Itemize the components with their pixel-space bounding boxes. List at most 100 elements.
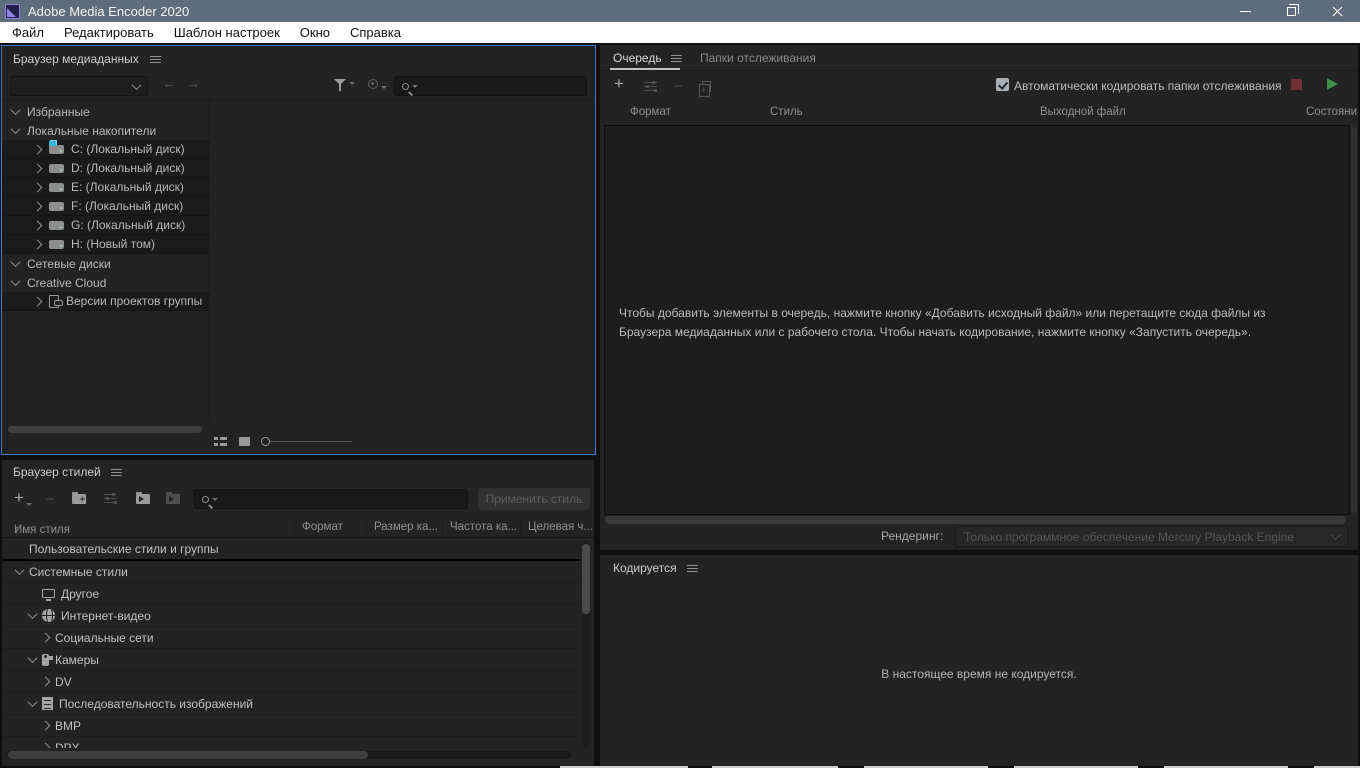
tree-chevron-icon[interactable] bbox=[40, 742, 51, 748]
preset-tree-item[interactable]: Камеры bbox=[2, 649, 580, 671]
media-tree-item[interactable]: Сетевые диски bbox=[2, 254, 209, 273]
media-tree-item[interactable]: D: (Локальный диск) bbox=[2, 159, 209, 178]
panel-menu-icon[interactable] bbox=[670, 54, 682, 62]
column-frame-rate[interactable]: Частота ка... bbox=[450, 521, 517, 533]
media-tree-item[interactable]: G: (Локальный диск) bbox=[2, 216, 209, 235]
panel-menu-icon[interactable] bbox=[110, 468, 122, 476]
tree-chevron-icon[interactable] bbox=[32, 182, 43, 192]
preset-settings-button[interactable] bbox=[104, 493, 117, 504]
tree-chevron-icon[interactable] bbox=[32, 144, 43, 154]
export-preset-button[interactable] bbox=[166, 491, 180, 504]
restore-button[interactable] bbox=[1268, 0, 1314, 22]
queue-list-area[interactable]: Чтобы добавить элементы в очередь, нажми… bbox=[604, 125, 1350, 515]
column-format[interactable]: Формат bbox=[630, 106, 671, 118]
tree-chevron-icon[interactable] bbox=[40, 632, 51, 643]
column-target-rate[interactable]: Целевая ч... bbox=[528, 521, 593, 533]
caret-down-icon bbox=[349, 82, 355, 85]
media-tree-item[interactable]: F: (Локальный диск) bbox=[2, 197, 209, 216]
column-preset[interactable]: Стиль bbox=[770, 106, 803, 118]
media-tree-item[interactable]: Creative Cloud bbox=[2, 273, 209, 292]
thumbnail-view-button[interactable] bbox=[239, 436, 250, 446]
search-icon bbox=[202, 495, 209, 503]
tree-chevron-icon[interactable] bbox=[32, 163, 43, 173]
media-tree-item[interactable]: Локальные накопители bbox=[2, 121, 209, 140]
column-output-file[interactable]: Выходной файл bbox=[1040, 106, 1126, 118]
render-engine-dropdown[interactable]: Только программное обеспечение Mercury P… bbox=[955, 526, 1348, 547]
tree-item-label: F: (Локальный диск) bbox=[71, 199, 184, 213]
stop-queue-button[interactable] bbox=[1291, 79, 1302, 90]
menu-item[interactable]: Редактировать bbox=[54, 22, 164, 43]
media-source-dropdown[interactable] bbox=[10, 76, 148, 96]
menu-item[interactable]: Файл bbox=[2, 22, 54, 43]
remove-source-button[interactable]: − bbox=[674, 79, 683, 94]
app-icon bbox=[5, 3, 20, 19]
panel-menu-icon[interactable] bbox=[149, 55, 161, 63]
tree-item-label: D: (Локальный диск) bbox=[71, 161, 185, 175]
menu-item[interactable]: Справка bbox=[340, 22, 411, 43]
add-preset-button[interactable]: + bbox=[14, 489, 32, 506]
media-search-input[interactable] bbox=[394, 76, 587, 96]
add-output-button[interactable] bbox=[644, 81, 657, 92]
tree-chevron-icon[interactable] bbox=[32, 201, 43, 211]
column-status[interactable]: Состояни bbox=[1306, 106, 1357, 118]
tree-chevron-icon[interactable] bbox=[10, 105, 21, 116]
preset-tree-item[interactable]: Другое bbox=[2, 583, 580, 605]
preset-tree-item[interactable]: Пользовательские стили и группы bbox=[2, 539, 580, 561]
tree-chevron-icon[interactable] bbox=[27, 697, 38, 708]
duplicate-button[interactable] bbox=[699, 81, 711, 97]
tree-chevron-icon[interactable] bbox=[10, 124, 21, 135]
preset-tree-item[interactable]: Последовательность изображений bbox=[2, 693, 580, 715]
tree-chevron-icon[interactable] bbox=[32, 220, 43, 230]
preset-tree-item[interactable]: Системные стили bbox=[2, 561, 580, 583]
tree-chevron-icon[interactable] bbox=[32, 296, 43, 306]
thumbnail-zoom-slider[interactable] bbox=[261, 436, 270, 446]
media-tree-item[interactable]: Избранные bbox=[2, 102, 209, 121]
close-button[interactable] bbox=[1314, 0, 1360, 22]
tree-chevron-icon[interactable] bbox=[27, 653, 38, 664]
remove-preset-button[interactable]: − bbox=[46, 492, 55, 507]
tab-watch-folders[interactable]: Папки отслеживания bbox=[700, 51, 816, 65]
tree-chevron-icon[interactable] bbox=[10, 257, 21, 268]
preset-tree-item[interactable]: Интернет-видео bbox=[2, 605, 580, 627]
menu-item[interactable]: Шаблон настроек bbox=[164, 22, 290, 43]
preset-tree-item[interactable]: BMP bbox=[2, 715, 580, 737]
media-tree-item[interactable]: C: (Локальный диск) bbox=[2, 140, 209, 159]
preset-vscrollbar[interactable] bbox=[582, 544, 590, 614]
queue-hscrollbar[interactable] bbox=[605, 516, 1346, 524]
back-button[interactable]: ← bbox=[162, 75, 176, 91]
tree-chevron-icon[interactable] bbox=[10, 276, 21, 287]
new-preset-group-button[interactable]: + bbox=[72, 491, 86, 504]
tree-chevron-icon[interactable] bbox=[14, 565, 25, 576]
start-queue-button[interactable] bbox=[1327, 78, 1338, 90]
list-view-button[interactable] bbox=[214, 436, 227, 446]
auto-encode-checkbox[interactable] bbox=[996, 78, 1009, 91]
menu-item[interactable]: Окно bbox=[290, 22, 340, 43]
tab-queue[interactable]: Очередь bbox=[613, 51, 682, 65]
preset-tree-item[interactable]: DPX bbox=[2, 737, 580, 748]
column-frame-size[interactable]: Размер ка... bbox=[374, 521, 438, 533]
media-tree-item[interactable]: Версии проектов группы bbox=[2, 292, 209, 311]
apply-preset-button[interactable]: Применить стиль bbox=[478, 488, 590, 510]
ingest-button[interactable] bbox=[368, 79, 387, 89]
add-source-button[interactable]: + bbox=[614, 75, 624, 92]
media-tree-item[interactable]: H: (Новый том) bbox=[2, 235, 209, 254]
tree-item-label: E: (Локальный диск) bbox=[71, 180, 184, 194]
forward-button[interactable]: → bbox=[186, 75, 200, 91]
import-preset-button[interactable] bbox=[136, 491, 150, 504]
queue-vscrollbar[interactable] bbox=[1351, 127, 1357, 513]
media-tree: Избранные Локальные накопители C: (Локал… bbox=[2, 102, 209, 422]
thumbnail-zoom-track[interactable] bbox=[270, 440, 352, 442]
minimize-button[interactable] bbox=[1222, 0, 1268, 22]
tree-chevron-icon[interactable] bbox=[40, 676, 51, 687]
preset-tree-item[interactable]: Социальные сети bbox=[2, 627, 580, 649]
tree-chevron-icon[interactable] bbox=[32, 239, 43, 249]
preset-hscrollbar[interactable] bbox=[8, 751, 368, 759]
panel-menu-icon[interactable] bbox=[686, 564, 698, 572]
tree-chevron-icon[interactable] bbox=[27, 609, 38, 620]
media-tree-item[interactable]: E: (Локальный диск) bbox=[2, 178, 209, 197]
preset-tree-item[interactable]: DV bbox=[2, 671, 580, 693]
filter-button[interactable] bbox=[334, 79, 355, 91]
preset-search-input[interactable] bbox=[194, 489, 468, 509]
tree-chevron-icon[interactable] bbox=[40, 720, 51, 731]
column-format[interactable]: Формат bbox=[302, 521, 343, 533]
